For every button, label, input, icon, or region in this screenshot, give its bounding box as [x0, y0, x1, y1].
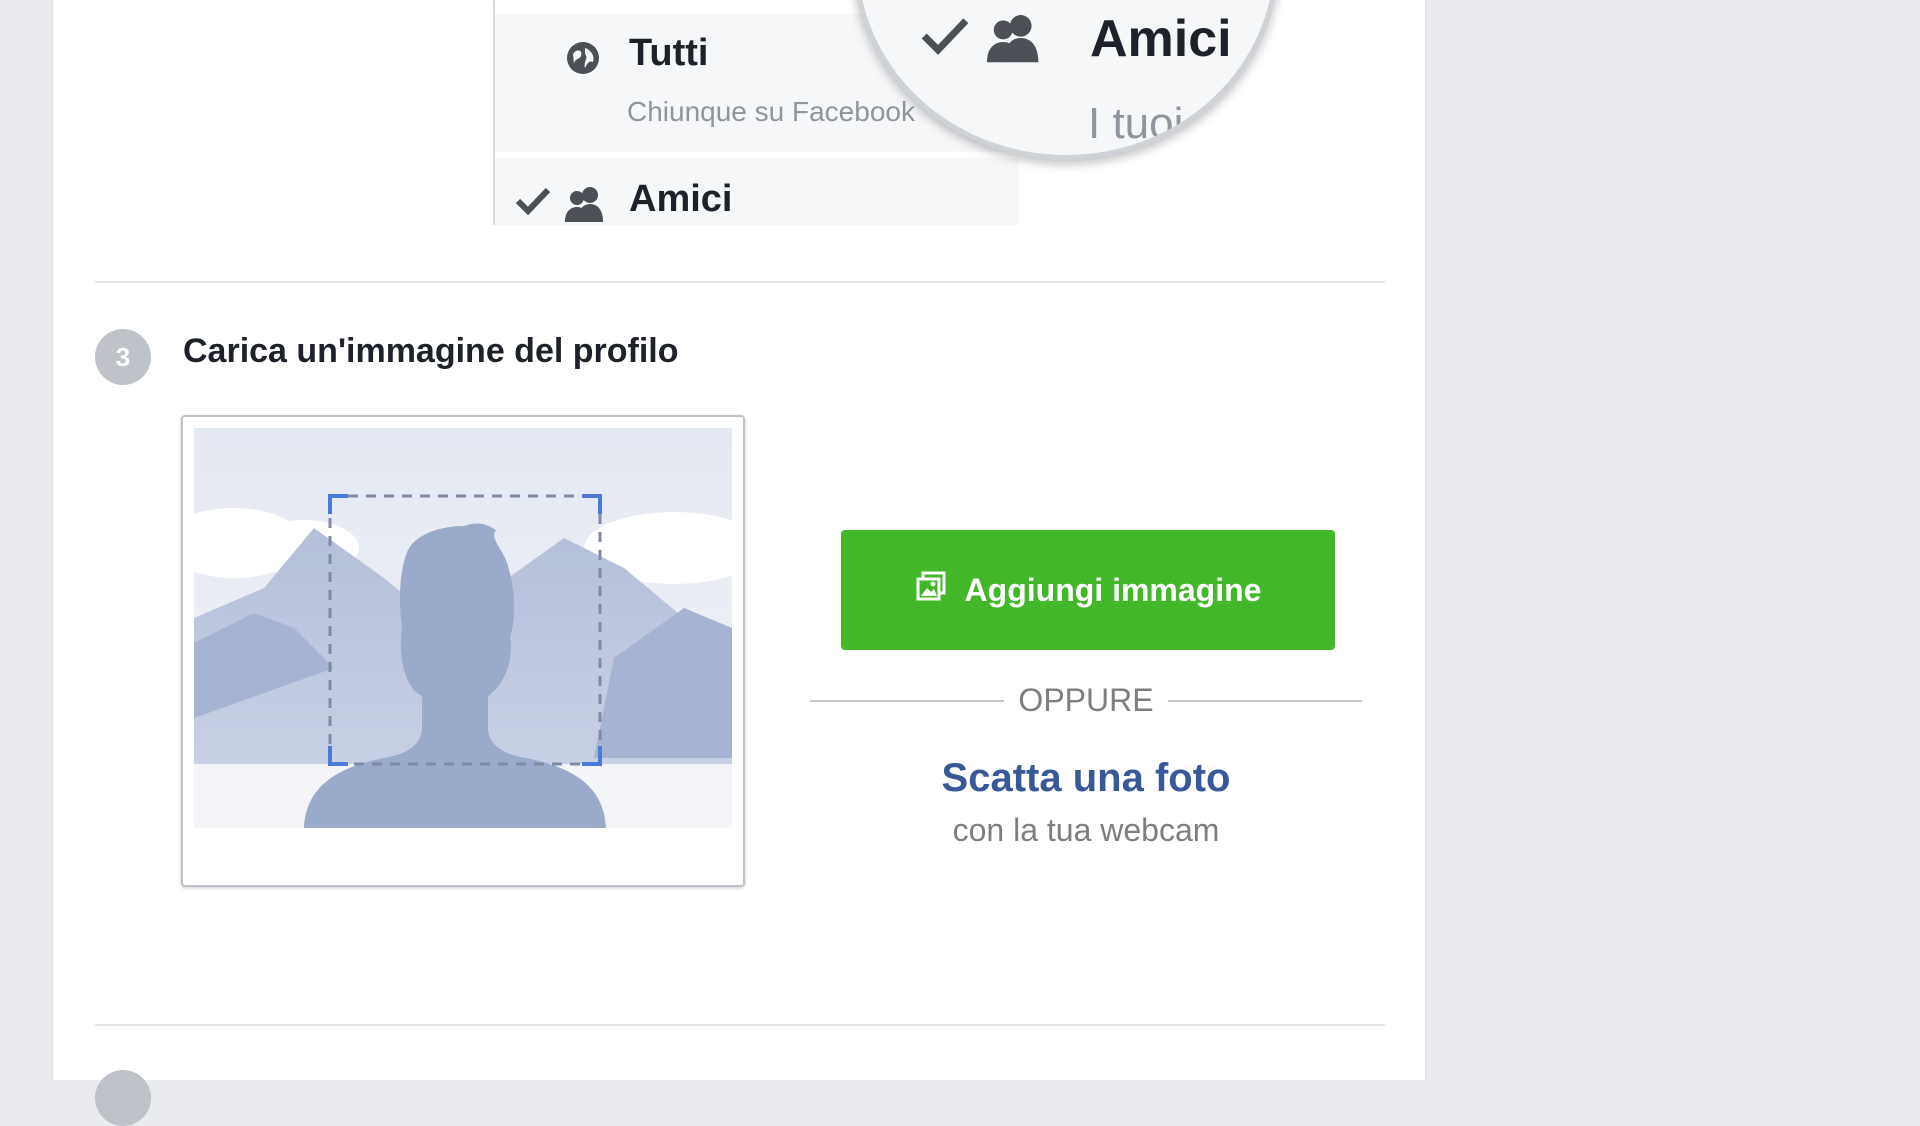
step-number-badge: 3 — [95, 329, 151, 385]
privacy-option-everyone-subtitle: Chiunque su Facebook — [627, 96, 915, 127]
privacy-option-friends-title: Amici — [629, 178, 733, 220]
privacy-option-everyone-title: Tutti — [629, 32, 709, 74]
checkmark-icon — [920, 15, 970, 62]
or-line-right — [1168, 700, 1362, 702]
content-card: Tutti Chiunque su Facebook Amici Amici I… — [52, 0, 1426, 1126]
add-image-button[interactable]: Aggiungi immagine — [841, 530, 1335, 650]
photo-icon — [915, 570, 947, 610]
next-step-badge — [95, 1070, 151, 1126]
magnified-friends-subtitle: I tuoi amici — [1088, 99, 1279, 148]
menu-separator — [495, 152, 1019, 158]
add-image-button-label: Aggiungi immagine — [964, 571, 1262, 608]
section-divider — [95, 281, 1385, 283]
or-separator: OPPURE — [810, 680, 1362, 720]
friends-icon — [563, 184, 607, 229]
placeholder-illustration — [194, 428, 732, 828]
step-title: Carica un'immagine del profilo — [183, 332, 679, 370]
magnified-friends-title: Amici — [1090, 10, 1232, 68]
friends-icon — [984, 11, 1044, 70]
section-divider — [95, 1024, 1385, 1026]
checkmark-icon — [515, 186, 551, 221]
globe-icon — [563, 38, 603, 83]
webcam-sublabel: con la tua webcam — [952, 812, 1220, 848]
profile-picture-placeholder[interactable] — [181, 415, 745, 887]
take-photo-link[interactable]: Scatta una foto — [810, 756, 1362, 801]
